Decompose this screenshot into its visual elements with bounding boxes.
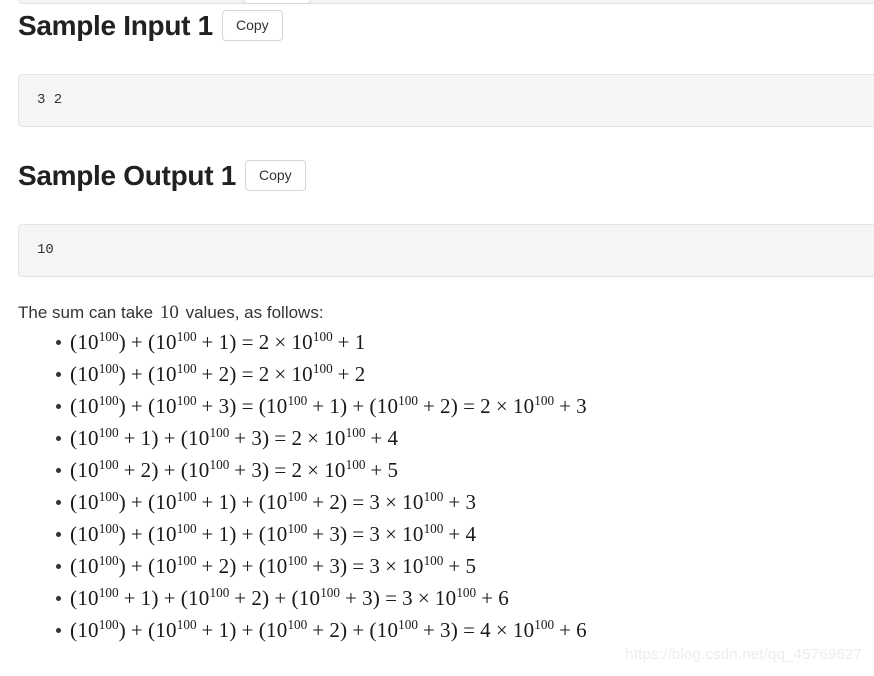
- list-item: (10100) + (10100 +1) + (10100 +2) + (10100 +3) = 4 ×…: [0, 614, 874, 646]
- sample-input-heading-row: Sample Input 1 Copy: [0, 10, 874, 41]
- equation: (10100 +2) + (10100 +3) = 2 × 10100 +5: [70, 457, 399, 482]
- explanation-text-after: values, as follows:: [185, 303, 324, 322]
- equation: (10100) + (10100 +1) = 2 × 10100 +1: [70, 329, 366, 354]
- list-item: (10100 +1) + (10100 +2) + (10100 +3) = 3 × 10100 +6: [0, 582, 874, 614]
- equation: (10100) + (10100 +3) = (10100 +1) + (10100 +2) = 2 ×…: [70, 393, 587, 418]
- page-title-sample-output: Sample Output 1: [18, 159, 236, 191]
- equation: (10100 +1) + (10100 +3) = 2 × 10100 +4: [70, 425, 399, 450]
- list-item: (10100) + (10100 +2) = 2 × 10100 +2: [0, 358, 874, 390]
- equation: (10100) + (10100 +2) + (10100 +3) = 3 × 10100 +5: [70, 553, 477, 578]
- previous-code-block-bottom-edge: [18, 0, 874, 4]
- page-title-sample-input: Sample Input 1: [18, 9, 213, 41]
- sample-input-section: Sample Input 1 Copy: [0, 10, 874, 41]
- list-item: (10100) + (10100 +2) + (10100 +3) = 3 × 10100 +5: [0, 550, 874, 582]
- list-item: (10100) + (10100 +1) + (10100 +3) = 3 × 10100 +4: [0, 518, 874, 550]
- explanation-text-before: The sum can take: [18, 303, 154, 322]
- explanation-paragraph: The sum can take 10 values, as follows:: [18, 300, 324, 327]
- clipped-previous-section: [0, 0, 874, 10]
- list-item: (10100) + (10100 +3) = (10100 +1) + (10100 +2) = 2 ×…: [0, 390, 874, 422]
- sample-input-code-block[interactable]: 3 2: [18, 74, 874, 127]
- watermark: https://blog.csdn.net/qq_45769627: [625, 646, 862, 663]
- sample-output-heading-row: Sample Output 1 Copy: [0, 160, 874, 191]
- sample-output-code-block[interactable]: 10: [18, 224, 874, 277]
- equation: (10100) + (10100 +2) = 2 × 10100 +2: [70, 361, 366, 386]
- equation: (10100) + (10100 +1) + (10100 +2) = 3 × 10100 +3: [70, 489, 477, 514]
- previous-copy-button-bottom-edge[interactable]: [243, 0, 311, 4]
- equation: (10100) + (10100 +1) + (10100 +2) + (10100 +3) = 4 ×…: [70, 617, 587, 642]
- list-item: (10100 +1) + (10100 +3) = 2 × 10100 +4: [0, 422, 874, 454]
- copy-button-sample-output[interactable]: Copy: [244, 160, 306, 191]
- equation: (10100 +1) + (10100 +2) + (10100 +3) = 3 × 10100 +6: [70, 585, 509, 610]
- copy-button-sample-input[interactable]: Copy: [221, 10, 283, 41]
- list-item: (10100) + (10100 +1) + (10100 +2) = 3 × 10100 +3: [0, 486, 874, 518]
- sample-output-section: Sample Output 1 Copy: [0, 160, 874, 191]
- equation-list: (10100) + (10100 +1) = 2 × 10100 +1 (10100) + (1010…: [0, 326, 874, 646]
- equation: (10100) + (10100 +1) + (10100 +3) = 3 × 10100 +4: [70, 521, 477, 546]
- list-item: (10100) + (10100 +1) = 2 × 10100 +1: [0, 326, 874, 358]
- list-item: (10100 +2) + (10100 +3) = 2 × 10100 +5: [0, 454, 874, 486]
- explanation-value-count: 10: [159, 302, 179, 323]
